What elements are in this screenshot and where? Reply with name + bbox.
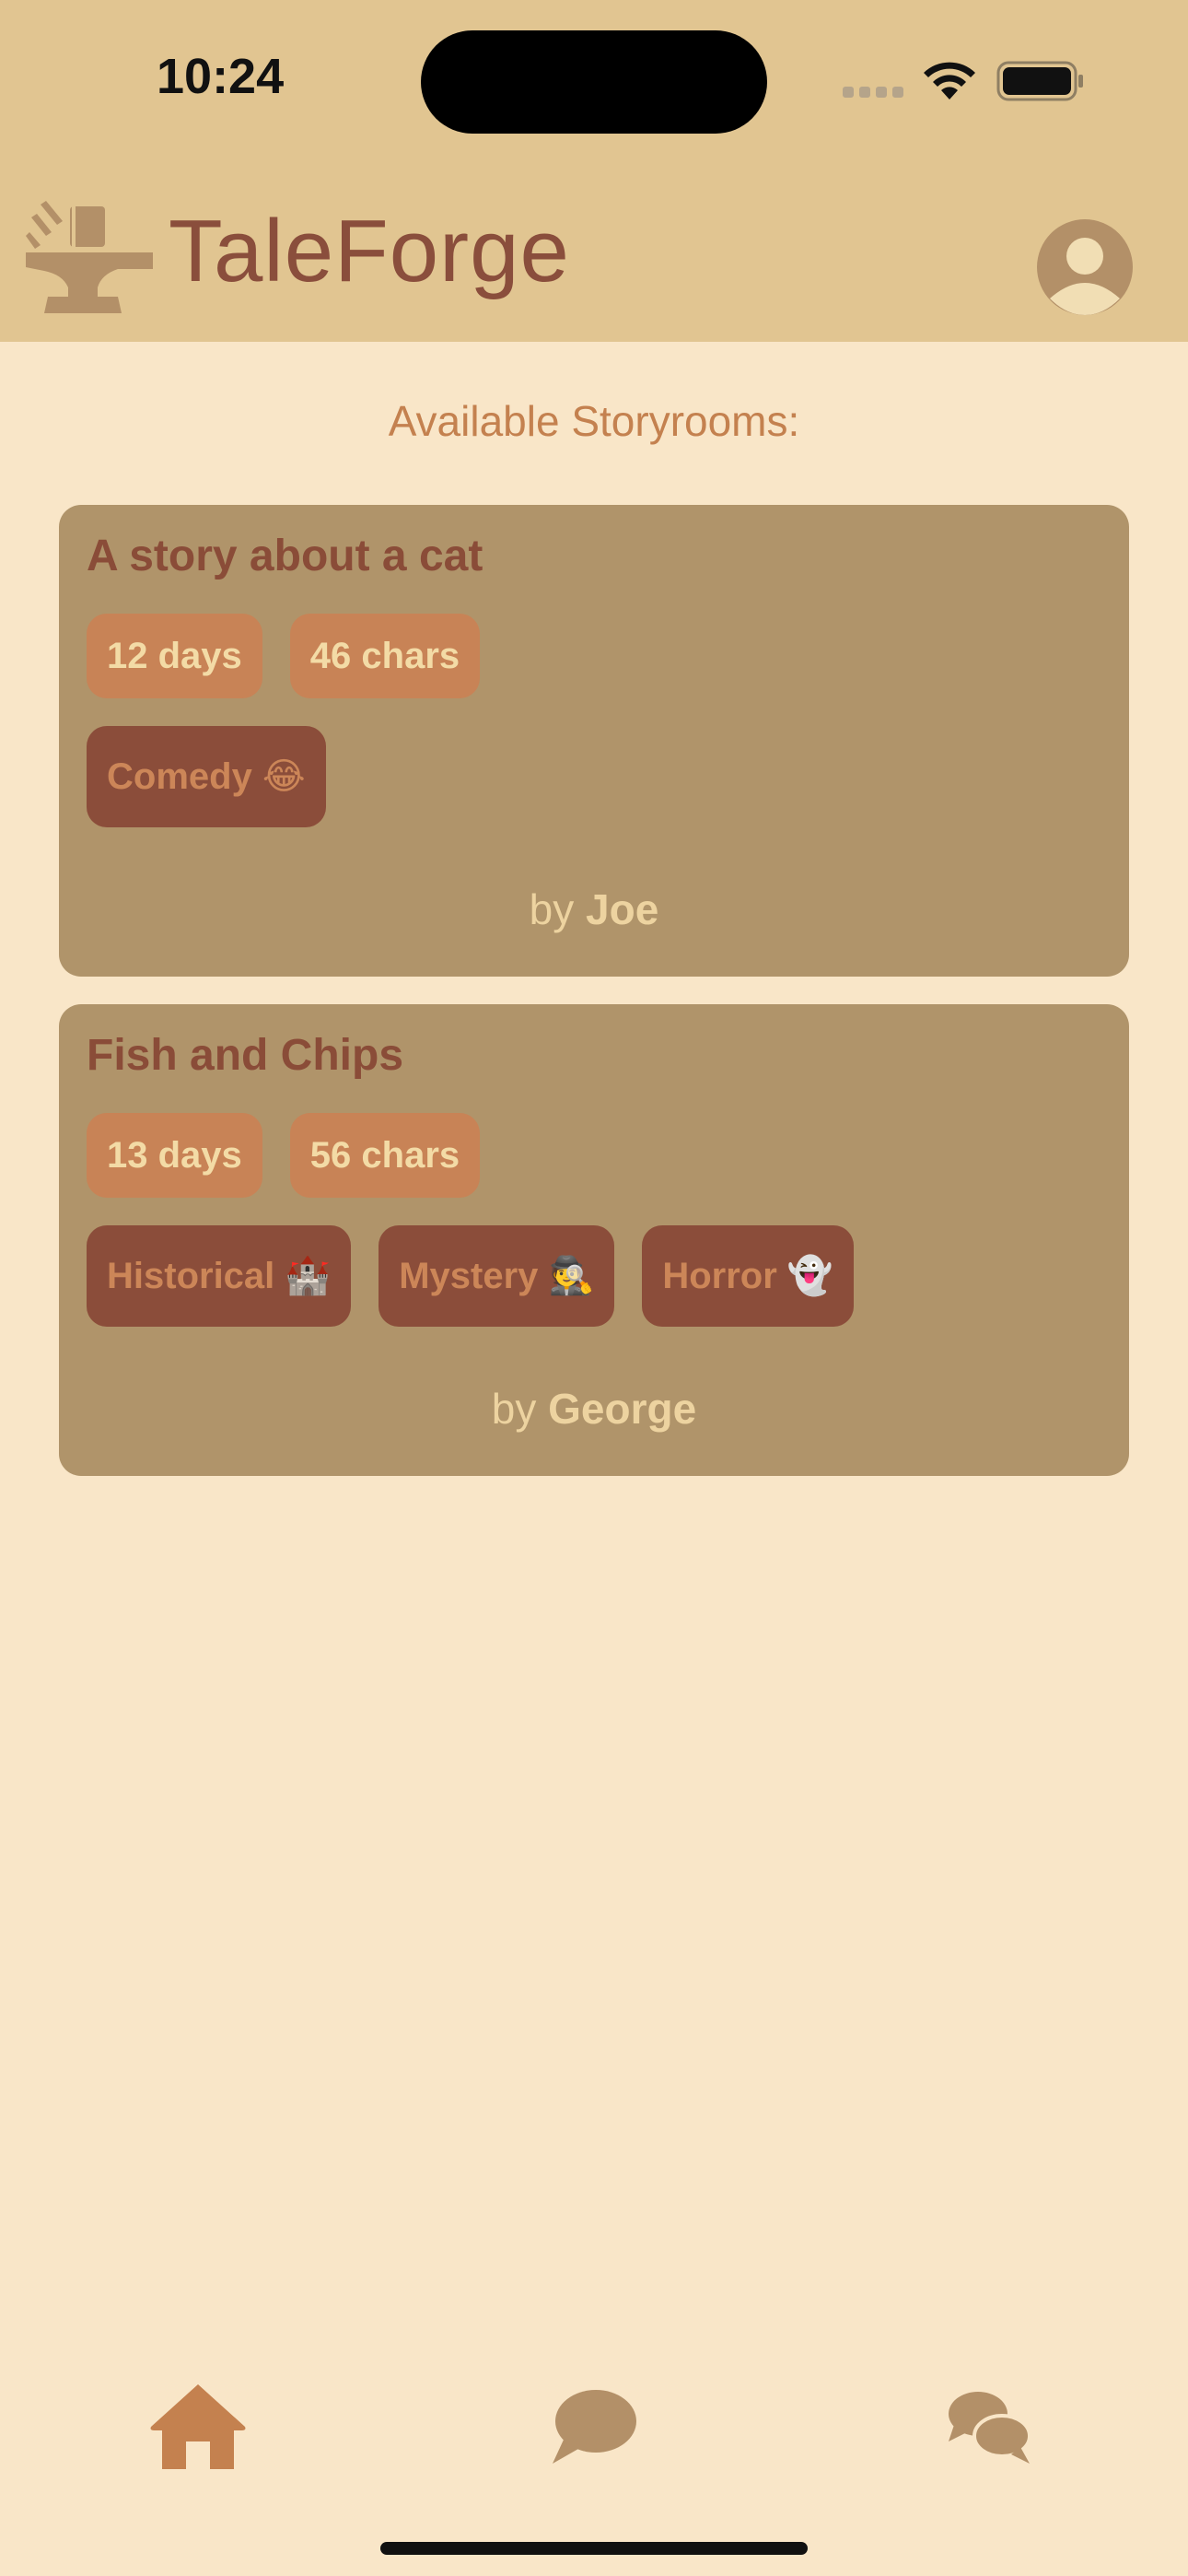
genre-row: Comedy 😂: [87, 726, 326, 827]
chars-badge: 46 chars: [289, 614, 481, 698]
app-header: 10:24 TaleForge: [0, 0, 1188, 342]
genre-row: Historical 🏰 Mystery 🕵️ Horror 👻: [87, 1225, 854, 1327]
storyroom-title: Fish and Chips: [87, 1031, 404, 1080]
genre-tag: Horror 👻: [642, 1225, 854, 1327]
storyroom-title: A story about a cat: [87, 532, 483, 580]
home-indicator: [380, 2542, 808, 2555]
author-name: Joe: [586, 885, 659, 933]
genre-tag: Historical 🏰: [87, 1225, 352, 1327]
storyroom-meta-row: 12 days 46 chars: [87, 614, 481, 698]
days-badge: 12 days: [87, 614, 262, 698]
author-prefix: by: [529, 885, 575, 933]
user-avatar-icon: [1050, 238, 1120, 315]
storyroom-author: by George: [59, 1384, 1129, 1434]
anvil-icon: [26, 201, 153, 313]
storyroom-card[interactable]: Fish and Chips 13 days 56 chars Historic…: [59, 1004, 1129, 1476]
battery-icon: [996, 61, 1083, 101]
storyroom-meta-row: 13 days 56 chars: [87, 1113, 481, 1198]
status-time: 10:24: [157, 49, 285, 104]
dynamic-island: [421, 30, 767, 134]
cellular-signal-icon: [843, 87, 905, 100]
storyroom-author: by Joe: [59, 884, 1129, 934]
chats-icon[interactable]: [947, 2390, 1031, 2465]
profile-button[interactable]: [1037, 219, 1133, 315]
home-icon[interactable]: [147, 2381, 249, 2473]
section-title: Available Storyrooms:: [388, 397, 800, 445]
app-brand-name: TaleForge: [169, 202, 570, 300]
wifi-icon: [924, 62, 975, 100]
genre-tag: Mystery 🕵️: [379, 1225, 615, 1327]
author-prefix: by: [491, 1385, 537, 1433]
days-badge: 13 days: [87, 1113, 262, 1198]
chat-bubble-icon[interactable]: [551, 2388, 637, 2465]
chars-badge: 56 chars: [289, 1113, 481, 1198]
genre-tag: Comedy 😂: [87, 726, 326, 827]
storyroom-card[interactable]: A story about a cat 12 days 46 chars Com…: [59, 505, 1129, 977]
author-name: George: [548, 1385, 697, 1433]
